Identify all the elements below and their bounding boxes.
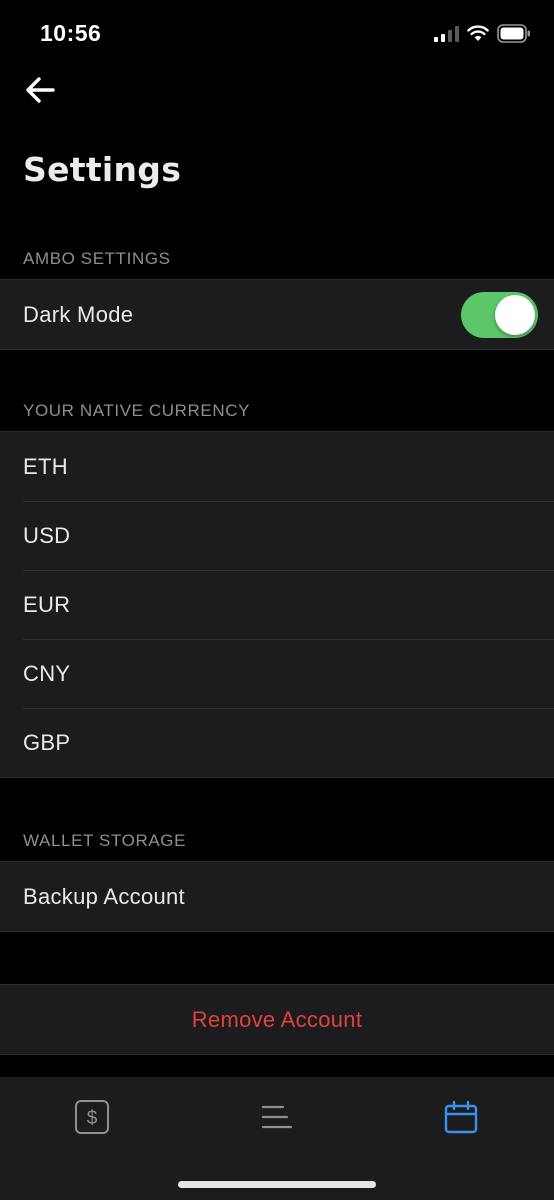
menu-icon — [261, 1105, 293, 1129]
toggle-knob — [495, 295, 535, 335]
currency-option-eur[interactable]: EUR — [0, 570, 554, 639]
svg-text:$: $ — [87, 1108, 98, 1129]
dollar-card-icon: $ — [75, 1100, 109, 1134]
tab-settings[interactable] — [439, 1095, 483, 1139]
home-indicator[interactable] — [178, 1181, 376, 1188]
currency-option-eth[interactable]: ETH — [0, 432, 554, 501]
wallet-storage-group: Backup Account — [0, 861, 554, 932]
currency-group: ETH USD EUR CNY GBP — [0, 431, 554, 778]
dark-mode-toggle[interactable] — [461, 292, 538, 338]
wifi-icon — [467, 25, 489, 41]
danger-group: Remove Account — [0, 984, 554, 1055]
status-bar: 10:56 — [0, 0, 554, 70]
page-title: Settings — [23, 150, 182, 189]
currency-label: ETH — [23, 453, 68, 479]
ambo-settings-group: Dark Mode — [0, 279, 554, 350]
calendar-icon — [444, 1100, 478, 1134]
backup-account-label: Backup Account — [23, 883, 185, 909]
currency-option-usd[interactable]: USD — [0, 501, 554, 570]
tab-activity[interactable] — [255, 1095, 299, 1139]
remove-account-label: Remove Account — [191, 1006, 363, 1032]
currency-option-gbp[interactable]: GBP — [0, 708, 554, 777]
section-header-ambo-settings: AMBO SETTINGS — [23, 249, 171, 268]
currency-label: EUR — [23, 591, 71, 617]
section-header-native-currency: YOUR NATIVE CURRENCY — [23, 401, 251, 420]
backup-account-row[interactable]: Backup Account — [0, 862, 554, 931]
currency-option-cny[interactable]: CNY — [0, 639, 554, 708]
battery-icon — [497, 24, 530, 43]
section-header-wallet-storage: WALLET STORAGE — [23, 831, 187, 850]
back-arrow-icon — [26, 77, 55, 103]
status-time: 10:56 — [40, 20, 102, 46]
back-button[interactable] — [20, 70, 60, 110]
currency-label: USD — [23, 522, 71, 548]
dark-mode-label: Dark Mode — [23, 301, 134, 327]
currency-label: CNY — [23, 660, 71, 686]
cellular-signal-icon — [434, 26, 459, 42]
currency-label: GBP — [23, 729, 71, 755]
tab-wallet[interactable]: $ — [70, 1095, 114, 1139]
remove-account-button[interactable]: Remove Account — [0, 985, 554, 1054]
dark-mode-row: Dark Mode — [0, 280, 554, 349]
settings-screen: 10:56 Settings AMBO SETTINGS Dark Mode Y… — [0, 0, 554, 1200]
